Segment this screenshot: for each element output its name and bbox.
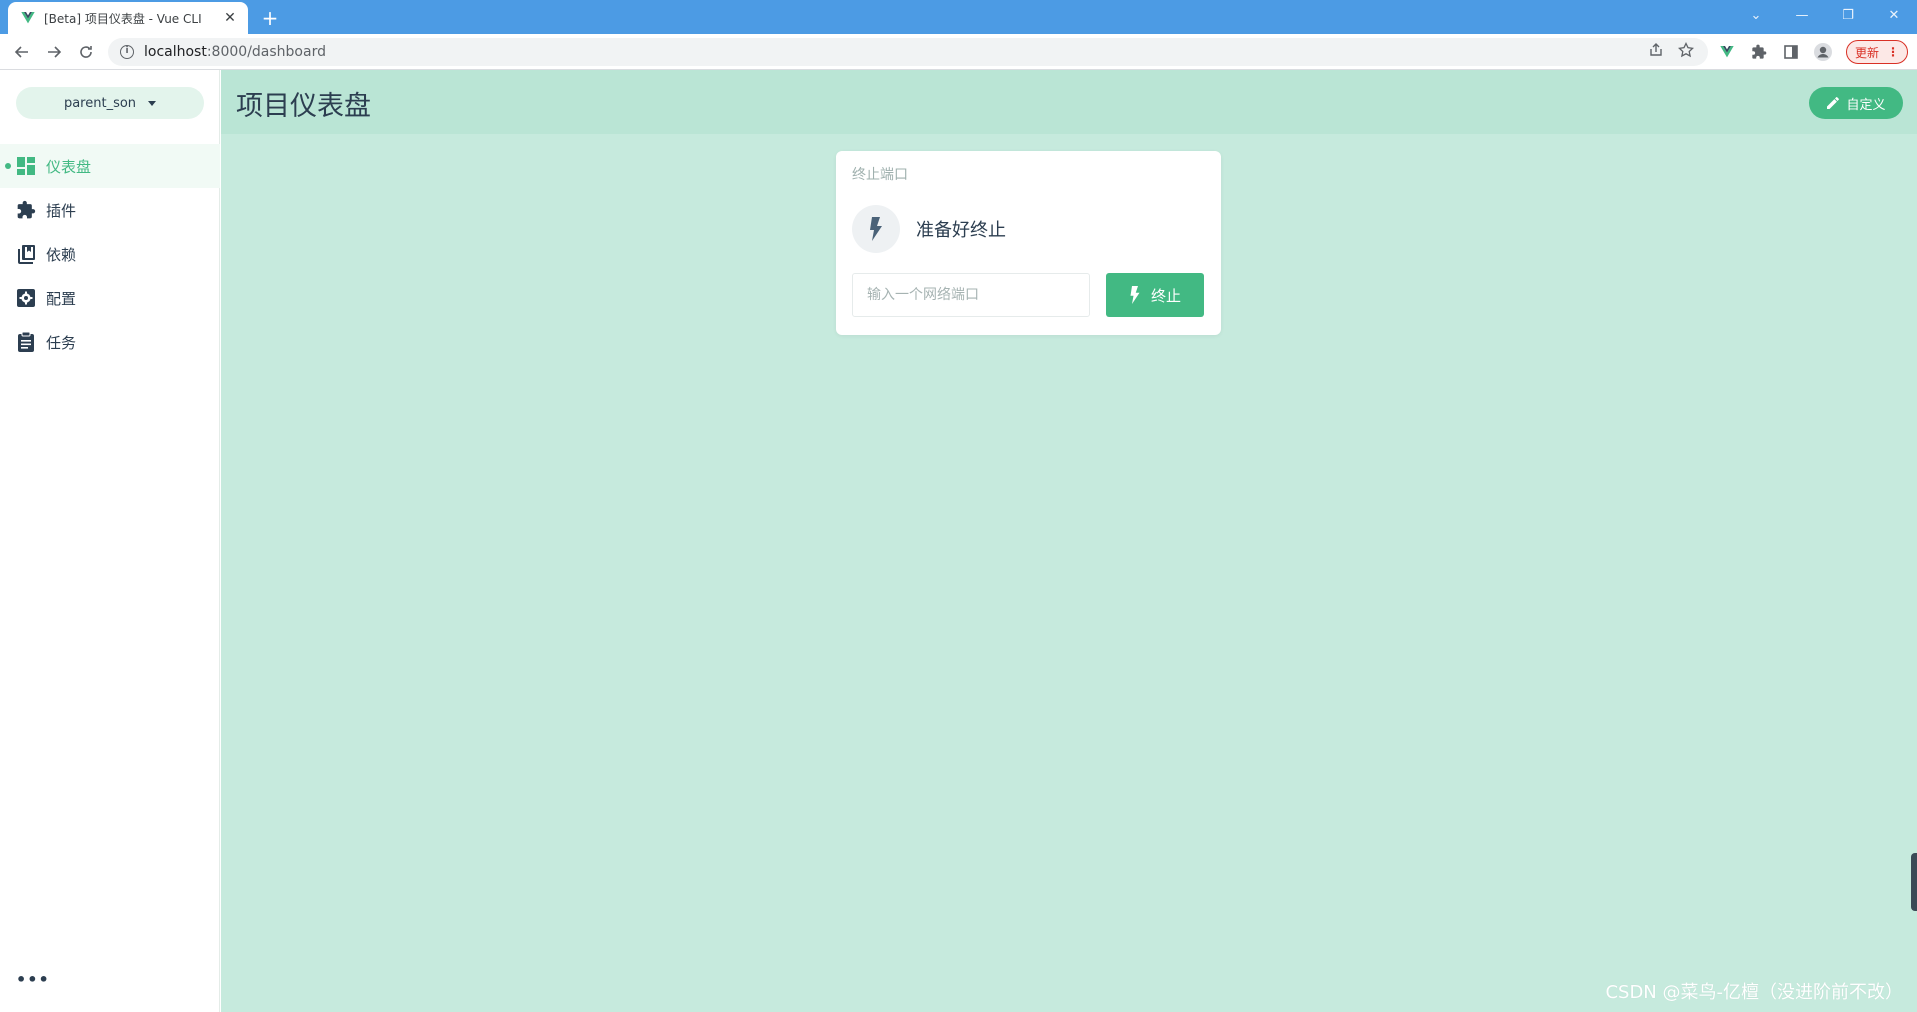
url-host: localhost	[144, 44, 207, 60]
kebab-menu-icon: ⋮	[1887, 45, 1899, 59]
widget-status: 准备好终止	[852, 205, 1006, 253]
watermark: CSDN @菜鸟-亿檀（没进阶前不改）	[1605, 982, 1903, 1003]
close-window-icon[interactable]: ✕	[1871, 0, 1917, 30]
customize-button[interactable]: 自定义	[1809, 87, 1903, 119]
pencil-icon	[1827, 97, 1840, 109]
bookmark-star-icon[interactable]	[1678, 42, 1694, 58]
settings-icon	[16, 288, 36, 308]
sidebar-item-tasks[interactable]: 任务	[0, 320, 220, 364]
lightning-bolt-icon	[870, 217, 882, 241]
page-title: 项目仪表盘	[236, 91, 371, 122]
puzzle-icon	[16, 200, 36, 220]
tab-search-icon[interactable]: ⌄	[1733, 0, 1779, 30]
kill-button[interactable]: 终止	[1106, 273, 1204, 317]
profile-avatar-icon[interactable]	[1812, 41, 1834, 63]
sidebar-item-plugins[interactable]: 插件	[0, 188, 220, 232]
reload-icon[interactable]	[74, 40, 98, 64]
tab-close-icon[interactable]: ✕	[222, 10, 238, 26]
extensions-area	[1716, 40, 1834, 64]
vue-cli-app: parent_son 仪表盘 插件 依赖 配置 任务 ••• 项目仪表盘 自定义…	[0, 70, 1917, 1012]
new-tab-button[interactable]: +	[258, 6, 282, 30]
side-panel-icon[interactable]	[1780, 41, 1802, 63]
minimize-icon[interactable]: —	[1779, 0, 1825, 30]
back-arrow-icon[interactable]	[10, 40, 34, 64]
customize-label: 自定义	[1846, 97, 1886, 113]
browser-tab-bar: [Beta] 项目仪表盘 - Vue CLI ✕ + ⌄ — ❐ ✕	[0, 0, 1917, 34]
forward-arrow-icon[interactable]	[42, 40, 66, 64]
update-button[interactable]: 更新 ⋮	[1846, 40, 1908, 64]
tab-title: [Beta] 项目仪表盘 - Vue CLI	[44, 11, 202, 26]
library-icon	[16, 244, 36, 264]
sidebar: parent_son 仪表盘 插件 依赖 配置 任务 •••	[0, 70, 220, 1012]
vue-logo-icon	[21, 12, 35, 24]
status-icon-circle	[852, 205, 900, 253]
sidebar-item-label: 配置	[46, 289, 77, 308]
project-name: parent_son	[63, 95, 137, 111]
project-selector[interactable]: parent_son	[16, 87, 204, 119]
sidebar-item-label: 依赖	[46, 245, 77, 264]
sidebar-item-label: 仪表盘	[46, 157, 92, 176]
address-bar-actions	[1648, 42, 1694, 58]
url-path: :8000/dashboard	[206, 44, 326, 60]
browser-tab[interactable]: [Beta] 项目仪表盘 - Vue CLI ✕	[8, 2, 248, 34]
main-content: 项目仪表盘 自定义 终止端口 准备好终止 输入一个网络端口 终止 CSDN @菜…	[221, 70, 1917, 1012]
restore-icon[interactable]: ❐	[1825, 0, 1871, 30]
scroll-handle[interactable]	[1911, 853, 1917, 911]
address-bar[interactable]: i localhost:8000/dashboard	[108, 38, 1708, 66]
browser-toolbar: i localhost:8000/dashboard	[0, 34, 1917, 70]
vue-devtools-icon[interactable]	[1716, 41, 1738, 63]
site-info-icon[interactable]: i	[120, 45, 134, 59]
sidebar-item-label: 任务	[46, 333, 77, 352]
caret-down-icon	[148, 100, 157, 106]
sidebar-item-dependencies[interactable]: 依赖	[0, 232, 220, 276]
sidebar-nav: 仪表盘 插件 依赖 配置 任务	[0, 144, 220, 364]
more-options-icon[interactable]: •••	[16, 970, 50, 989]
status-message: 准备好终止	[916, 220, 1006, 241]
update-label: 更新	[1854, 45, 1879, 60]
share-icon[interactable]	[1648, 42, 1664, 58]
sidebar-item-dashboard[interactable]: 仪表盘	[0, 144, 220, 188]
widget-title: 终止端口	[852, 167, 908, 183]
port-input[interactable]	[852, 273, 1090, 317]
extensions-puzzle-icon[interactable]	[1748, 41, 1770, 63]
sidebar-item-configuration[interactable]: 配置	[0, 276, 220, 320]
clipboard-icon	[16, 332, 36, 352]
kill-label: 终止	[1150, 286, 1181, 305]
page-header: 项目仪表盘 自定义	[221, 70, 1917, 134]
sidebar-item-label: 插件	[46, 201, 77, 220]
dashboard-icon	[16, 156, 36, 176]
window-controls: ⌄ — ❐ ✕	[1733, 0, 1917, 30]
lightning-bolt-icon	[1130, 286, 1140, 304]
kill-port-widget: 终止端口 准备好终止 终止	[836, 151, 1221, 335]
